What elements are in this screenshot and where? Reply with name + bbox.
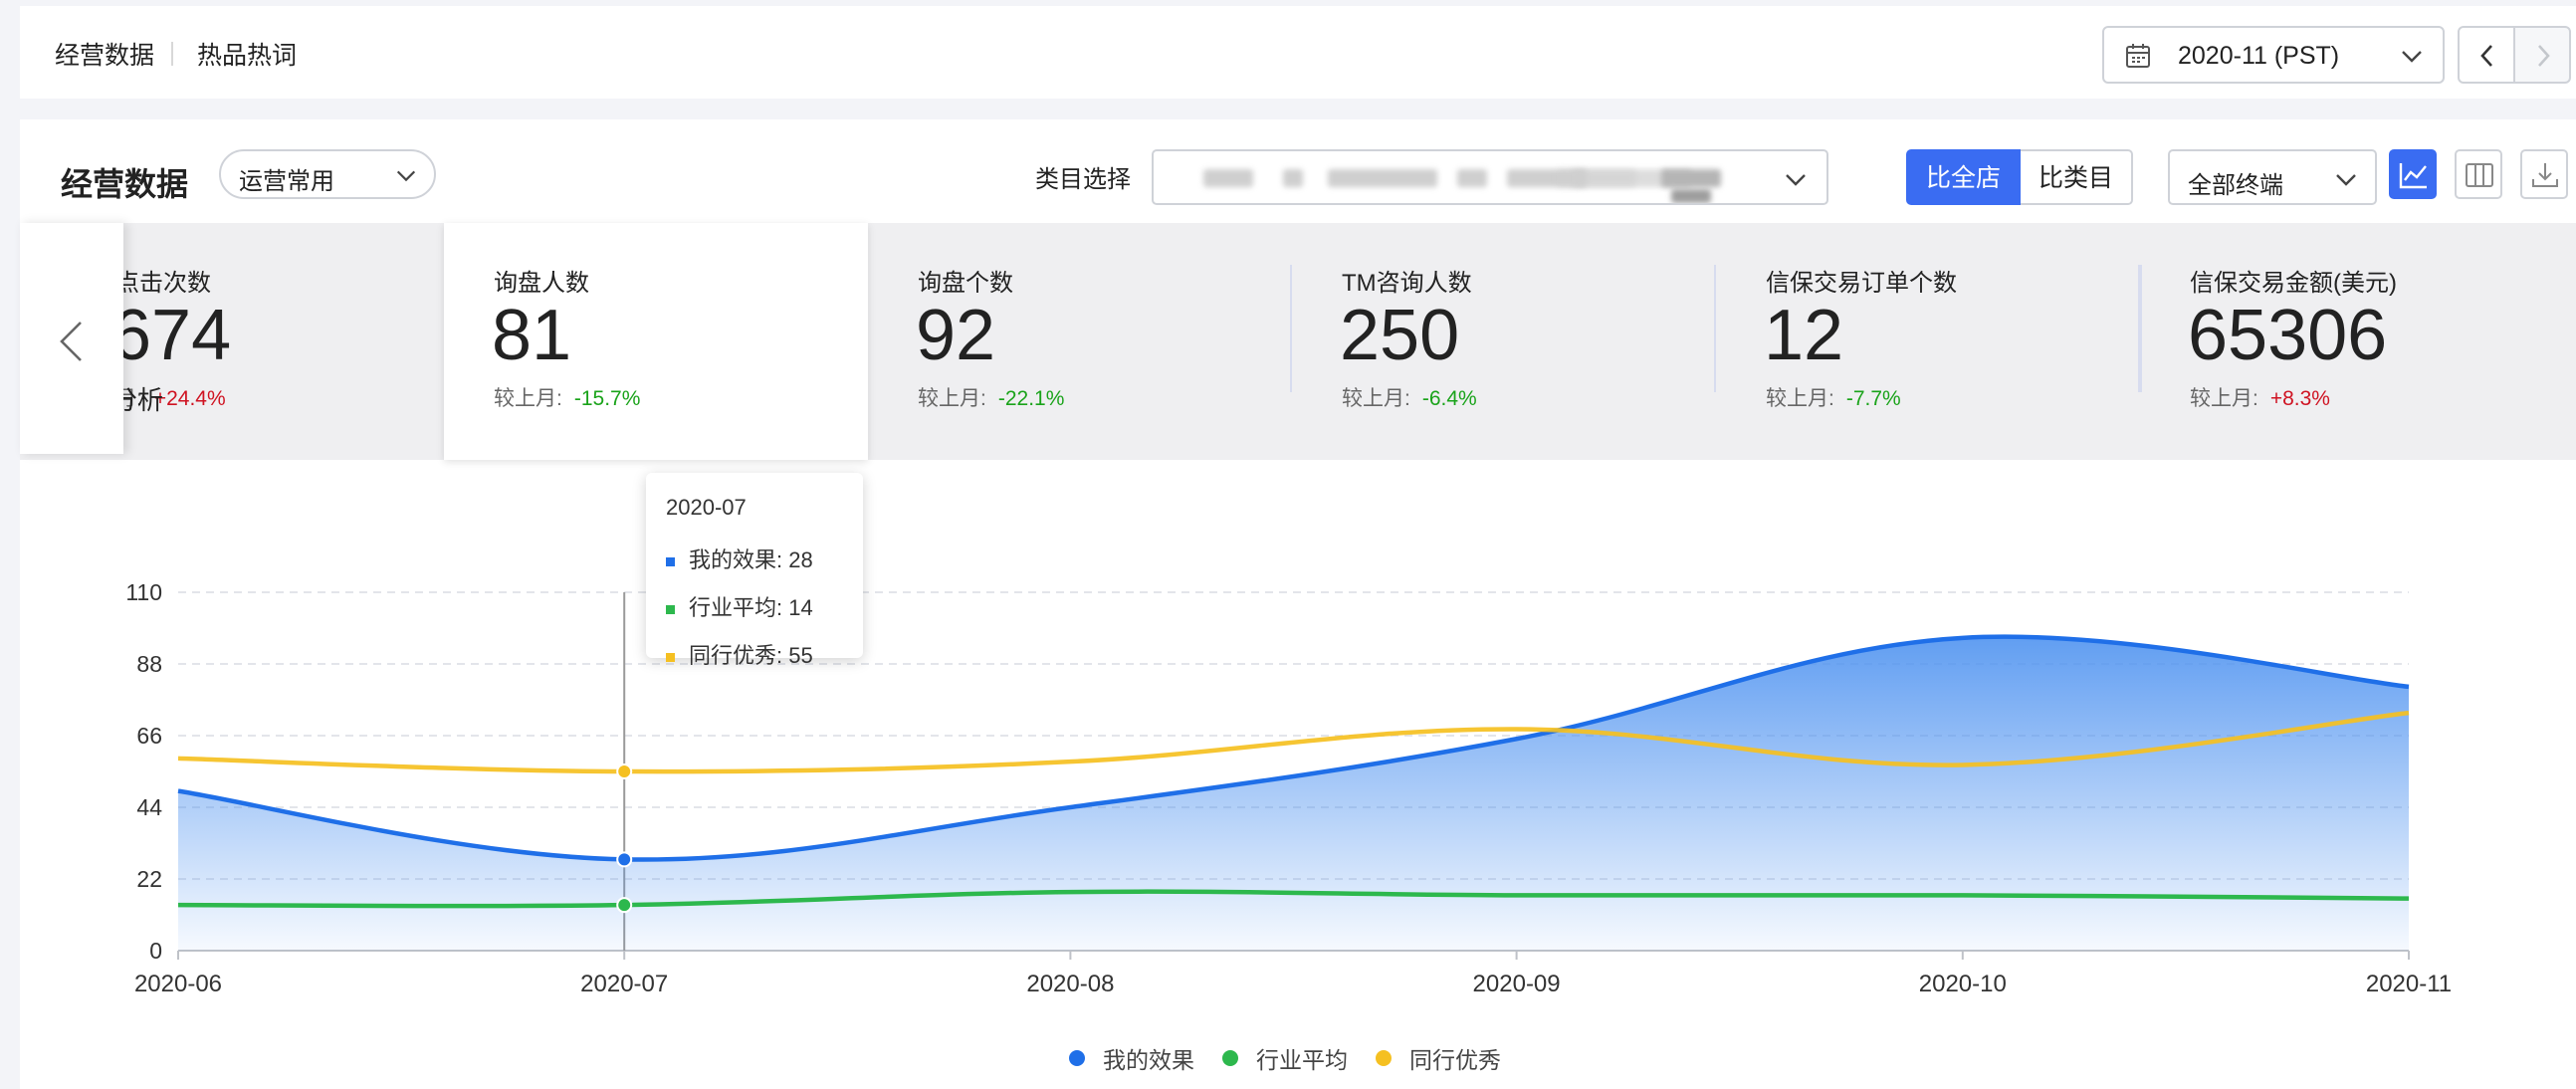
tooltip-title: 2020-07 <box>666 495 747 520</box>
x-tick-label: 2020-10 <box>1919 971 2007 997</box>
y-tick-label: 22 <box>136 866 162 892</box>
data-point <box>616 851 633 868</box>
chevron-left-icon <box>60 322 82 361</box>
tooltip-row-industry: 行业平均: 14 <box>666 590 813 622</box>
kpi-change: 较上月: -15.7% <box>494 387 641 410</box>
trend-chart[interactable]: 0 22 44 66 88 110 2020-06 2020-07 2020-08 2020-09… <box>0 0 2576 1089</box>
kpi-prev-button[interactable] <box>20 223 123 454</box>
tooltip-swatch <box>666 604 675 614</box>
kpi-value: 81 <box>492 296 572 375</box>
y-tick-label: 66 <box>136 723 162 749</box>
kpi-card-inquiry-people[interactable]: 询盘人数 81 较上月: -15.7% <box>444 223 868 460</box>
y-tick-label: 88 <box>136 651 162 677</box>
legend-item-industry[interactable]: 行业平均 <box>1222 1041 1348 1075</box>
legend-dot <box>1222 1050 1238 1066</box>
y-tick-label: 0 <box>149 938 162 964</box>
tooltip-row-my: 我的效果: 28 <box>666 543 813 574</box>
legend-dot <box>1069 1050 1085 1066</box>
chart-legend: 我的效果 行业平均 同行优秀 <box>1069 1041 1501 1075</box>
tooltip-swatch <box>666 556 675 566</box>
kpi-title: 询盘人数 <box>494 270 589 297</box>
legend-dot <box>1376 1050 1392 1066</box>
y-tick-label: 44 <box>136 794 162 820</box>
x-tick-label: 2020-07 <box>580 971 668 997</box>
data-point <box>616 897 633 914</box>
tooltip-swatch <box>666 652 675 662</box>
series-area <box>178 636 2409 951</box>
x-tick-label: 2020-09 <box>1473 971 1561 997</box>
legend-item-peer[interactable]: 同行优秀 <box>1376 1041 1501 1075</box>
x-tick-label: 2020-11 <box>2366 971 2452 997</box>
x-tick-label: 2020-06 <box>134 971 222 997</box>
y-tick-label: 110 <box>125 579 162 605</box>
x-tick-label: 2020-08 <box>1026 971 1114 997</box>
legend-item-my[interactable]: 我的效果 <box>1069 1041 1194 1075</box>
tooltip-row-peer: 同行优秀: 55 <box>666 638 813 670</box>
data-point <box>616 763 633 779</box>
chart-tooltip: 2020-07 我的效果: 28 行业平均: 14 同行优秀: 55 <box>646 473 863 668</box>
